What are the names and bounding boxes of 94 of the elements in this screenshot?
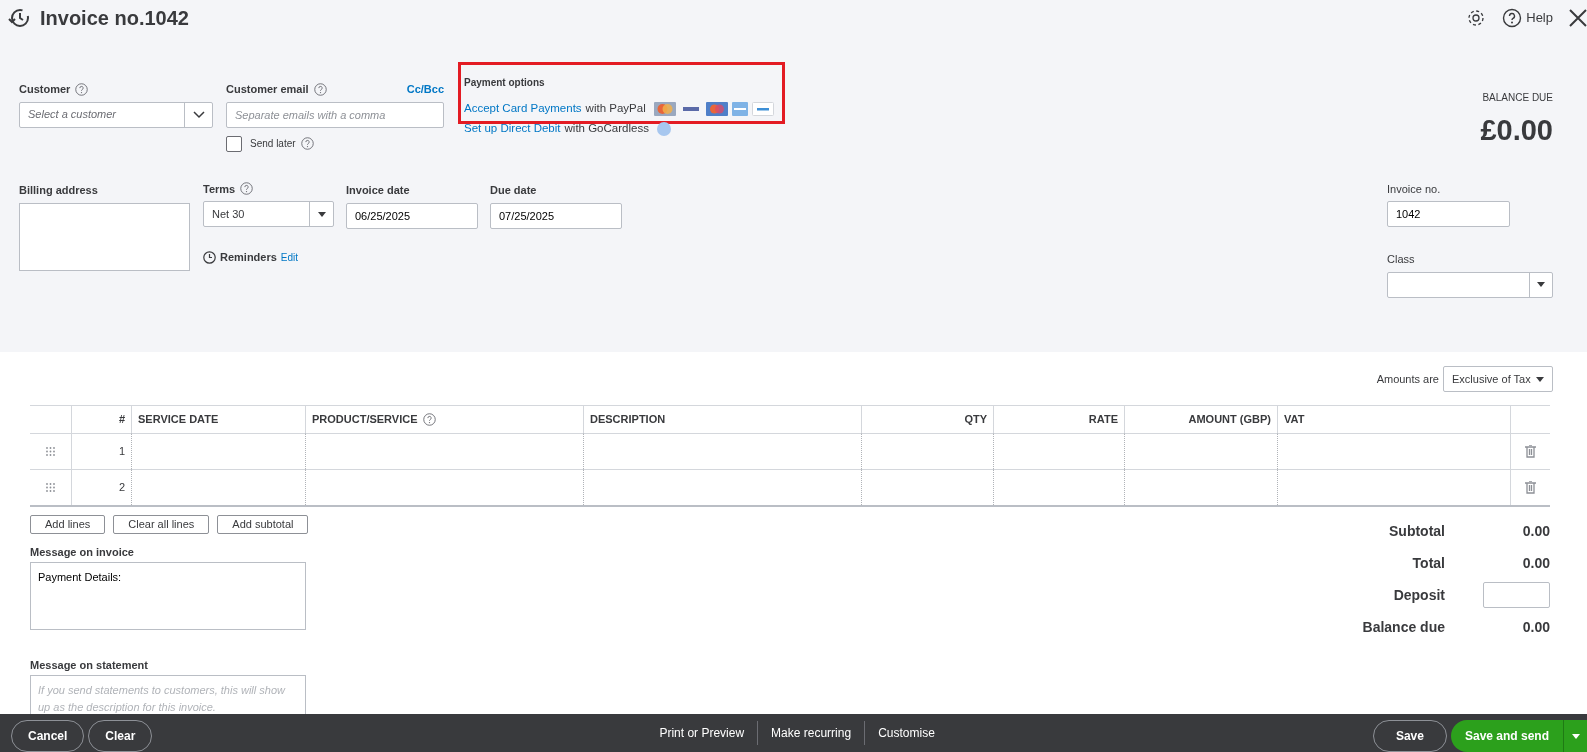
email-field[interactable]: Separate emails with a comma [226, 101, 444, 128]
footer-link[interactable]: Customise [864, 721, 948, 745]
send-later-checkbox[interactable] [226, 135, 242, 152]
table-cell[interactable] [993, 469, 1124, 505]
table-cell: 1 [71, 433, 131, 469]
total-label: Deposit [1392, 585, 1445, 605]
table-cell[interactable] [131, 469, 305, 505]
table-cell[interactable] [583, 469, 861, 505]
column-header: AMOUNT (GBP) [1188, 412, 1271, 428]
drag-handle-icon[interactable] [46, 483, 55, 492]
line-action-button[interactable]: Clear all lines [113, 515, 210, 534]
close-icon[interactable] [1569, 9, 1587, 27]
cc-bcc-link[interactable]: Cc/Bcc [406, 81, 444, 98]
invoice-number-field[interactable]: 1042 [1387, 201, 1510, 227]
column-header: # [118, 412, 125, 428]
table-cell[interactable] [993, 433, 1124, 469]
footer-link[interactable]: Make recurring [757, 721, 865, 745]
footer-link[interactable]: Print or Preview [646, 721, 758, 745]
customer-select[interactable]: Select a customer [19, 101, 213, 128]
field-label: Customer email [226, 82, 309, 97]
field-label: Class [1387, 252, 1416, 267]
field-label: Due date [490, 182, 537, 198]
gocardless-icon [656, 121, 671, 136]
terms-select[interactable]: Net 30 [203, 201, 334, 227]
line-action-button[interactable]: Add lines [30, 515, 106, 534]
table-cell[interactable] [1277, 469, 1510, 505]
field-label: Terms [203, 181, 236, 197]
column-header: SERVICE DATE [138, 412, 219, 428]
total-label: Total [1411, 553, 1445, 573]
table-cell[interactable] [1124, 433, 1277, 469]
balance-label: BALANCE DUE [1481, 91, 1553, 105]
column-header: RATE [1088, 412, 1118, 428]
help-icon[interactable] [1502, 8, 1523, 28]
table-cell[interactable] [861, 433, 993, 469]
maestro-icon [705, 101, 728, 116]
direct-debit-link[interactable]: Set up Direct Debit [464, 120, 561, 138]
date-field[interactable]: 06/25/2025 [346, 202, 478, 229]
mastercard-icon [653, 101, 676, 116]
total-value: 0.00 [1522, 553, 1550, 573]
field-label: Message on statement [30, 658, 148, 673]
table-cell[interactable] [305, 469, 583, 505]
table-cell[interactable] [305, 433, 583, 469]
total-label: Balance due [1361, 617, 1445, 637]
class-select[interactable] [1387, 271, 1553, 298]
caret-icon [317, 211, 326, 217]
field-label: Billing address [19, 182, 98, 198]
balance-amount: £0.00 [1480, 113, 1553, 148]
table-cell[interactable] [1124, 469, 1277, 505]
statement-message-field[interactable]: If you send statements to customers, this will show up as the description for this invoice. [30, 675, 306, 715]
line-action-button[interactable]: Add subtotal [217, 515, 309, 534]
table-cell[interactable] [1277, 433, 1510, 469]
invoice-message-field[interactable]: Payment Details: [30, 562, 306, 630]
section-title: Payment options [464, 76, 545, 90]
drag-handle-icon[interactable] [46, 447, 55, 456]
checkbox-label: Send later [250, 137, 296, 151]
table-cell: 2 [71, 469, 131, 505]
edit-link[interactable]: Edit [280, 249, 299, 265]
date-field[interactable]: 07/25/2025 [490, 202, 622, 229]
clock-icon [203, 250, 216, 264]
caret-icon [1571, 733, 1580, 739]
field-label: Message on invoice [30, 545, 134, 560]
column-header: VAT [1284, 412, 1305, 428]
column-header: PRODUCT/SERVICE [312, 412, 418, 428]
delete-icon[interactable] [1525, 445, 1536, 458]
deposit-field[interactable] [1483, 582, 1550, 608]
table-cell[interactable] [131, 433, 305, 469]
invoice-title: Invoice no.1042 [40, 6, 189, 31]
caret-icon [1537, 282, 1545, 287]
total-value: 0.00 [1522, 617, 1550, 637]
tax-select[interactable]: Exclusive of Tax [1443, 366, 1553, 392]
link-suffix: with GoCardless [564, 121, 649, 136]
total-label: Subtotal [1388, 521, 1445, 541]
field-label: Invoice no. [1387, 181, 1442, 197]
save-options-button[interactable] [1563, 720, 1587, 752]
table-cell[interactable] [861, 469, 993, 505]
caret-icon [1536, 376, 1544, 382]
settings-icon[interactable] [1466, 8, 1487, 28]
history-icon[interactable] [8, 8, 30, 28]
column-header: QTY [964, 412, 987, 428]
column-header: DESCRIPTION [590, 412, 666, 428]
total-value: 0.00 [1522, 521, 1550, 541]
reminders-label: Reminders [220, 250, 277, 265]
amounts-label: Amounts are [1376, 371, 1439, 387]
field-label: Customer [19, 82, 71, 97]
table-cell[interactable] [583, 433, 861, 469]
card-payments-link[interactable]: Accept Card Payments [464, 100, 582, 118]
link-suffix: with PayPal [585, 101, 646, 116]
paypal-icon [751, 101, 774, 116]
chevron-icon [192, 110, 205, 119]
billing-address-field[interactable] [19, 202, 190, 271]
field-label: Invoice date [346, 182, 410, 198]
help-link[interactable]: Help [1526, 8, 1553, 28]
delete-icon[interactable] [1525, 481, 1536, 494]
amex-icon [731, 101, 748, 116]
